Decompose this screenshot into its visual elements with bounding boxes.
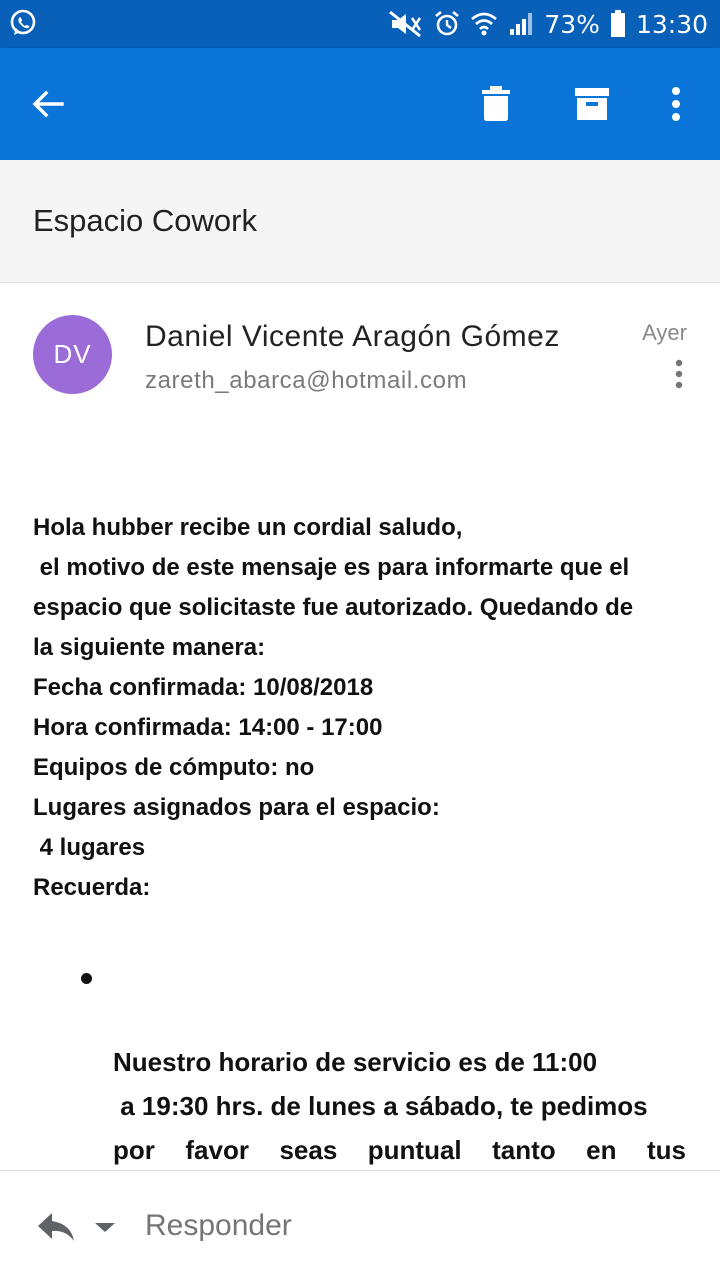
signal-icon (508, 11, 534, 37)
email-body: Hola hubber recibe un cordial saludo, el… (33, 508, 688, 908)
message-more-button[interactable] (664, 356, 694, 392)
delete-icon (482, 86, 510, 121)
reply-bar: Responder (0, 1170, 720, 1281)
whatsapp-icon (8, 8, 38, 43)
status-time: 13:30 (635, 9, 708, 39)
body-line: 4 lugares (33, 834, 146, 861)
body-line: Recuerda: (33, 874, 151, 901)
battery-percent: 73% (544, 9, 600, 39)
back-arrow-icon (32, 90, 64, 118)
body-line: Fecha confirmada: 10/08/2018 (33, 674, 374, 701)
delete-button[interactable] (464, 72, 528, 136)
list-bullet (81, 973, 92, 984)
app-bar (0, 48, 720, 160)
body-line: espacio que solicitaste fue autorizado. … (33, 594, 634, 621)
body-line: el motivo de este mensaje es para inform… (33, 554, 630, 581)
avatar[interactable]: DV (33, 315, 112, 394)
alarm-icon (434, 10, 460, 38)
body-line: Hola hubber recibe un cordial saludo, (33, 514, 463, 541)
archive-button[interactable] (560, 72, 624, 136)
chevron-down-icon (95, 1223, 115, 1232)
reply-options-dropdown[interactable] (92, 1217, 118, 1237)
reply-button[interactable] (36, 1209, 76, 1245)
mute-icon (388, 10, 424, 38)
reply-icon (38, 1213, 74, 1241)
paragraph-line: Nuestro horario de servicio es de 11:00 (113, 1047, 598, 1077)
back-button[interactable] (16, 72, 80, 136)
more-options-button[interactable] (644, 72, 708, 136)
more-vert-icon (675, 359, 683, 389)
subject-header: Espacio Cowork (0, 160, 720, 283)
more-vert-icon (672, 87, 680, 121)
sender-email: zareth_abarca@hotmail.com (145, 367, 468, 394)
archive-icon (575, 88, 609, 120)
reply-input[interactable]: Responder (145, 1209, 292, 1243)
paragraph-line: por favor seas puntual tanto en tus (113, 1135, 686, 1165)
body-line: Equipos de cómputo: no (33, 754, 315, 781)
battery-icon (610, 10, 626, 38)
sender-name: Daniel Vicente Aragón Gómez (145, 320, 560, 353)
email-subject: Espacio Cowork (33, 203, 257, 238)
status-bar: 73% 13:30 (0, 0, 720, 48)
bullet-paragraph: Nuestro horario de servicio es de 11:00 … (113, 1040, 686, 1172)
body-line: Hora confirmada: 14:00 - 17:00 (33, 714, 383, 741)
body-line: la siguiente manera: (33, 634, 266, 661)
wifi-icon (470, 10, 498, 38)
paragraph-line: a 19:30 hrs. de lunes a sábado, te pedim… (113, 1091, 648, 1121)
body-line: Lugares asignados para el espacio: (33, 794, 440, 821)
email-date: Ayer (642, 320, 687, 345)
